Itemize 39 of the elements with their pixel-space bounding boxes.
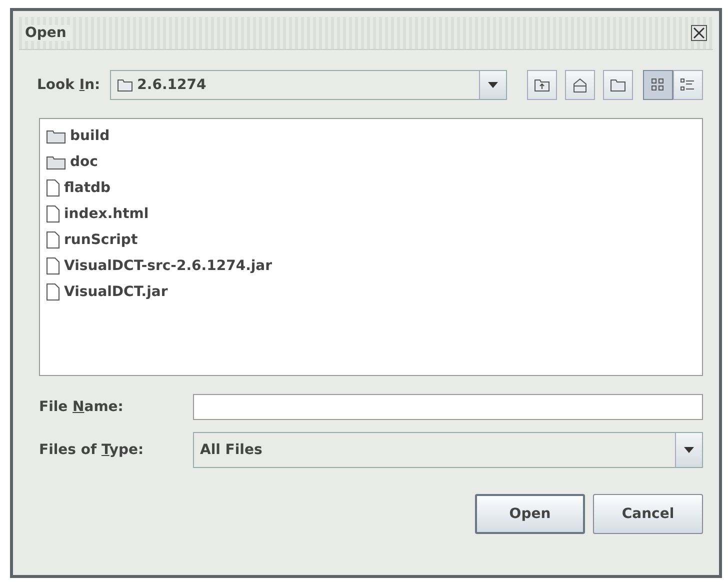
home-button[interactable]: [565, 70, 595, 100]
files-of-type-dropdown[interactable]: All Files: [193, 432, 703, 468]
file-icon: [46, 179, 60, 197]
file-icon: [46, 231, 60, 249]
file-name-label: File Name:: [39, 399, 124, 415]
details-view-button[interactable]: [673, 70, 703, 100]
window-title: Open: [25, 25, 72, 41]
up-folder-button[interactable]: [527, 70, 557, 100]
list-view-button[interactable]: [643, 70, 673, 100]
dropdown-arrow-icon: [684, 447, 694, 453]
file-item[interactable]: runScript: [46, 227, 142, 253]
look-in-dropdown[interactable]: 2.6.1274: [110, 70, 507, 100]
folder-item[interactable]: build: [46, 123, 114, 149]
open-button[interactable]: Open: [475, 494, 585, 534]
look-in-label: Look In:: [37, 77, 100, 93]
file-name-field[interactable]: [193, 394, 703, 420]
file-icon: [46, 283, 60, 301]
folder-icon: [46, 128, 66, 144]
close-icon: [692, 26, 706, 40]
dropdown-arrow-icon: [488, 82, 498, 88]
file-item[interactable]: index.html: [46, 201, 153, 227]
file-item[interactable]: VisualDCT.jar: [46, 279, 172, 305]
file-list[interactable]: build doc flatdb index.html runScript VisualDCT-src-2.6.1274.jar VisualDCT.jar: [39, 118, 703, 376]
file-icon: [46, 257, 60, 275]
folder-icon: [46, 154, 66, 170]
file-item[interactable]: flatdb: [46, 175, 115, 201]
folder-icon: [610, 78, 626, 92]
details-view-icon: [680, 77, 696, 93]
folder-up-icon: [534, 78, 550, 92]
home-icon: [572, 77, 588, 93]
list-view-icon: [650, 77, 666, 93]
file-item[interactable]: VisualDCT-src-2.6.1274.jar: [46, 253, 276, 279]
file-icon: [46, 205, 60, 223]
cancel-button[interactable]: Cancel: [593, 494, 703, 534]
files-of-type-label: Files of Type:: [39, 442, 145, 458]
folder-icon: [117, 78, 134, 92]
close-button[interactable]: [691, 25, 707, 41]
folder-item[interactable]: doc: [46, 149, 102, 175]
new-folder-button[interactable]: [603, 70, 633, 100]
